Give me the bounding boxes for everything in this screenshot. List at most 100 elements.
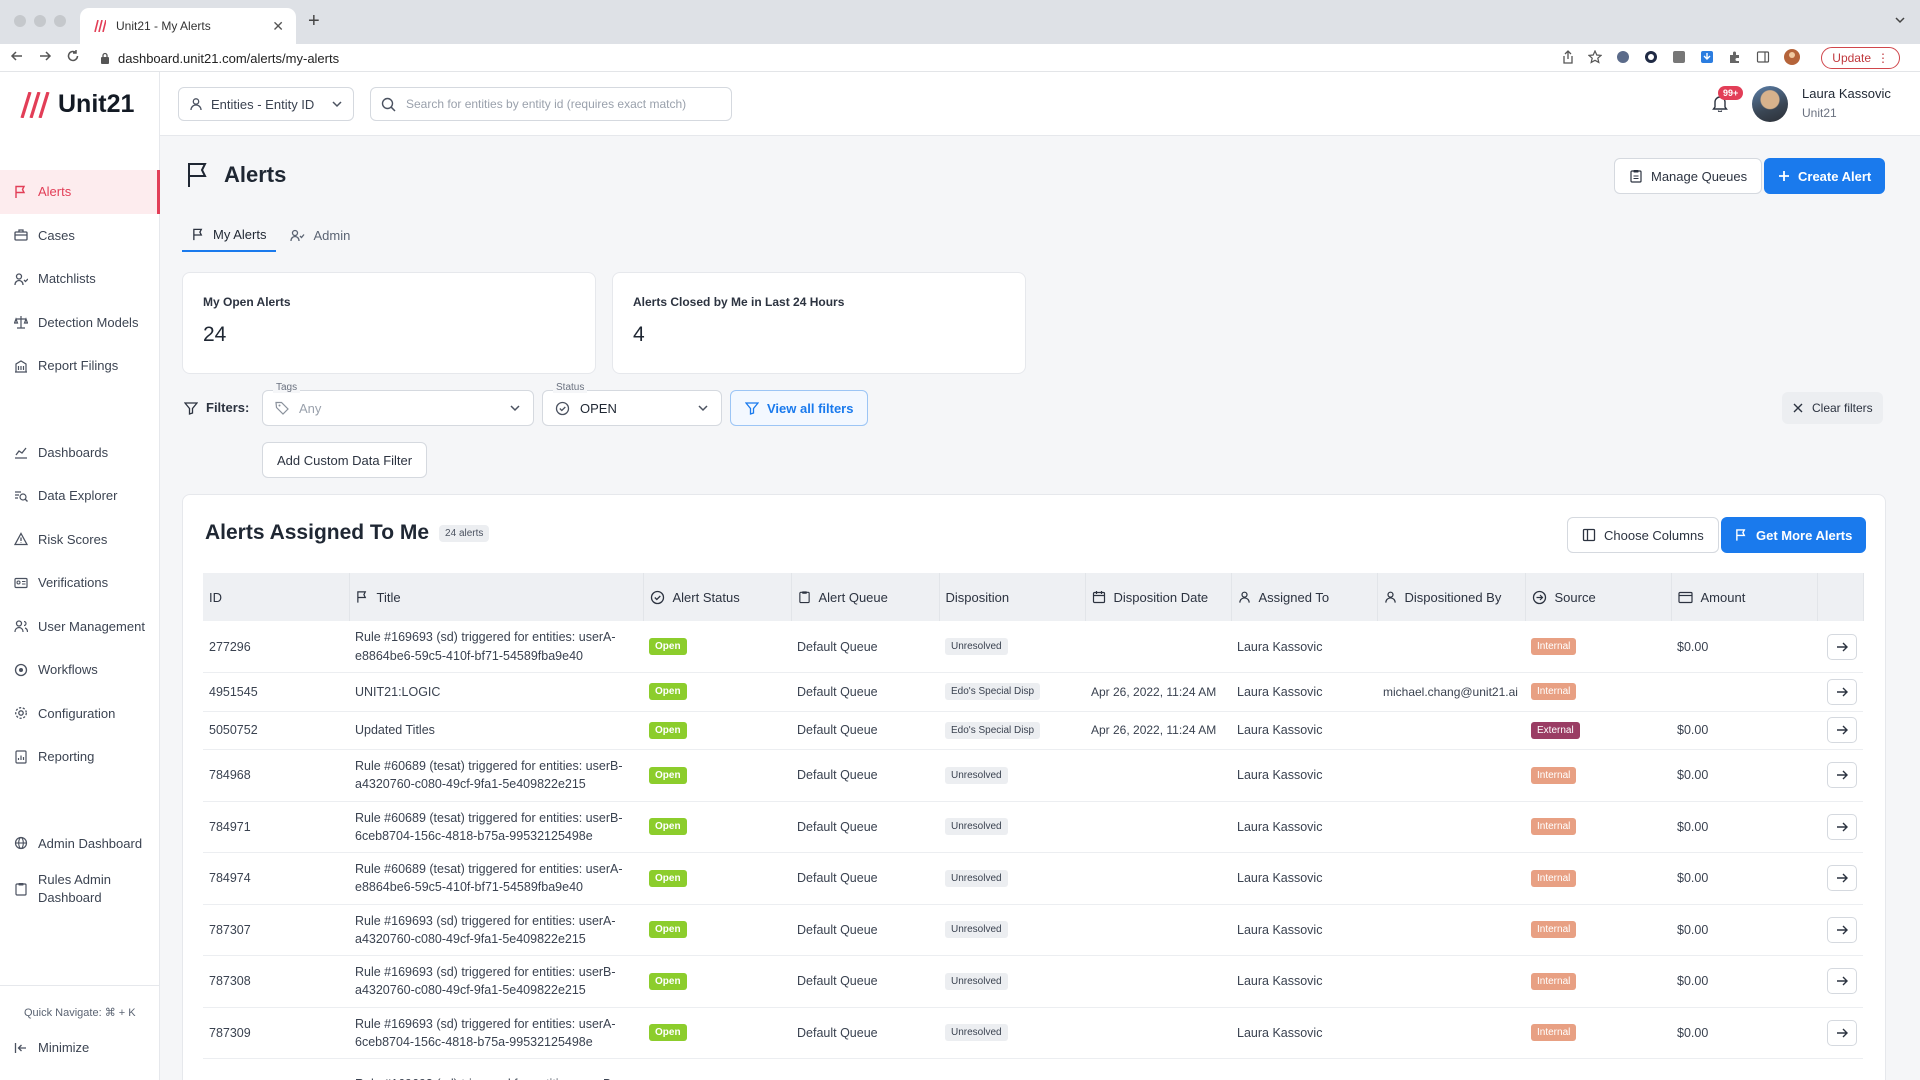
open-alert-button[interactable] — [1827, 762, 1857, 789]
create-alert-button[interactable]: Create Alert — [1764, 158, 1886, 194]
extension-icon[interactable] — [1616, 50, 1630, 64]
assigned-to-cell: Laura Kassovic — [1231, 852, 1377, 905]
user-name[interactable]: Laura Kassovic — [1802, 86, 1891, 101]
sidebar-item-detection-models[interactable]: Detection Models — [0, 301, 160, 345]
tags-filter-select[interactable]: Tags Any — [262, 382, 534, 426]
admin-user-icon — [290, 229, 305, 241]
avatar[interactable] — [1752, 86, 1788, 122]
table-row[interactable]: 277296 Rule #169693 (sd) triggered for en… — [203, 621, 1863, 673]
reload-icon[interactable] — [66, 49, 80, 63]
alert-id: 787308 — [209, 974, 251, 989]
sidebar-item-data-explorer[interactable]: Data Explorer — [0, 474, 160, 518]
tab-my-alerts[interactable]: My Alerts — [182, 218, 277, 252]
table-row[interactable]: Rule #169693 (sd) triggered for entities… — [203, 1058, 1863, 1080]
row-action-cell — [1817, 955, 1863, 1008]
sidebar-item-matchlists[interactable]: Matchlists — [0, 257, 160, 301]
table-row[interactable]: 4951545 UNIT21:LOGIC Open Default Queue Edo'… — [203, 672, 1863, 712]
sidebar-item-rules-admin-dashboard[interactable]: Rules Admin Dashboard — [0, 865, 160, 913]
sidebar-item-dashboards[interactable]: Dashboards — [0, 431, 160, 475]
status-filter-select[interactable]: Status OPEN — [542, 382, 722, 426]
table-row[interactable]: 784974 Rule #60689 (tesat) triggered for … — [203, 852, 1863, 905]
alert-disposition-cell: Unresolved — [939, 955, 1085, 1008]
tab-search-chevron-icon[interactable] — [1894, 14, 1906, 26]
view-all-filters-button[interactable]: View all filters — [730, 390, 869, 426]
add-custom-data-filter-button[interactable]: Add Custom Data Filter — [262, 442, 428, 478]
column-header-disposition-date[interactable]: Disposition Date — [1085, 573, 1232, 621]
open-alert-button[interactable] — [1827, 865, 1857, 892]
sidebar-item-reporting[interactable]: Reporting — [0, 735, 160, 779]
alert-amount: $0.00 — [1677, 819, 1709, 834]
assigned-to: Laura Kassovic — [1237, 871, 1323, 886]
sidebar-item-risk-scores[interactable]: Risk Scores — [0, 518, 160, 562]
browser-tab[interactable]: Unit21 - My Alerts ✕ — [80, 8, 296, 44]
manage-queues-label: Manage Queues — [1651, 168, 1748, 184]
sidebar-item-label: Risk Scores — [38, 531, 108, 547]
star-icon[interactable] — [1588, 50, 1602, 64]
alert-title-cell: Rule #169693 (sd) triggered for entities… — [349, 1058, 643, 1080]
column-header-dispositioned-by[interactable]: Dispositioned By — [1377, 573, 1526, 621]
alert-disposition: Unresolved — [945, 638, 1008, 655]
manage-queues-button[interactable]: Manage Queues — [1614, 158, 1763, 194]
column-header-source[interactable]: Source — [1525, 573, 1672, 621]
open-alert-button[interactable] — [1827, 717, 1857, 744]
alert-status: Open — [649, 683, 687, 701]
open-alert-button[interactable] — [1827, 968, 1857, 995]
sidebar-item-cases[interactable]: Cases — [0, 214, 160, 258]
alert-id-cell: 784968 — [203, 749, 349, 802]
assigned-to-cell: Laura Kassovic — [1231, 672, 1377, 712]
profile-icon[interactable] — [1784, 49, 1800, 65]
forward-icon[interactable] — [38, 49, 52, 63]
unit21-logo[interactable]: Unit21 — [20, 90, 134, 119]
open-alert-button[interactable] — [1827, 1019, 1857, 1046]
sidebar-item-report-filings[interactable]: Report Filings — [0, 344, 160, 388]
table-row[interactable]: 787308 Rule #169693 (sd) triggered for en… — [203, 955, 1863, 1008]
column-header-alert-status[interactable]: Alert Status — [643, 573, 792, 621]
open-alert-button[interactable] — [1827, 633, 1857, 660]
sidepanel-icon[interactable] — [1756, 50, 1770, 64]
column-header-title[interactable]: Title — [349, 573, 644, 621]
sidebar-item-workflows[interactable]: Workflows — [0, 648, 160, 692]
entity-search-input[interactable] — [406, 97, 716, 111]
user-org: Unit21 — [1802, 106, 1837, 120]
tab-admin[interactable]: Admin — [280, 218, 360, 252]
get-more-alerts-button[interactable]: Get More Alerts — [1721, 517, 1867, 553]
sidebar-item-alerts[interactable]: Alerts — [0, 170, 160, 214]
table-row[interactable]: 784971 Rule #60689 (tesat) triggered for … — [203, 801, 1863, 853]
url-field[interactable]: dashboard.unit21.com/alerts/my-alerts — [100, 47, 1560, 69]
chart-icon — [15, 447, 27, 459]
column-header-amount[interactable]: Amount — [1671, 573, 1818, 621]
table-row[interactable]: 5050752 Updated Titles Open Default Queue Ed… — [203, 711, 1863, 750]
browser-update-button[interactable]: Update ⋮ — [1821, 47, 1900, 69]
column-header-id[interactable]: ID — [203, 573, 350, 621]
sidebar-item-configuration[interactable]: Configuration — [0, 692, 160, 736]
open-alert-button[interactable] — [1827, 813, 1857, 840]
download-icon[interactable] — [1700, 50, 1714, 64]
back-icon[interactable] — [10, 49, 24, 63]
sidebar-item-verifications[interactable]: Verifications — [0, 561, 160, 605]
column-header-disposition[interactable]: Disposition — [939, 573, 1086, 621]
table-row[interactable]: 784968 Rule #60689 (tesat) triggered for … — [203, 749, 1863, 802]
sidebar-item-admin-dashboard[interactable]: Admin Dashboard — [0, 822, 160, 866]
open-alert-button[interactable] — [1827, 916, 1857, 943]
window-controls[interactable] — [14, 15, 66, 27]
alert-queue: Default Queue — [797, 871, 878, 886]
entity-search[interactable] — [370, 87, 732, 121]
table-row[interactable]: 787309 Rule #169693 (sd) triggered for en… — [203, 1007, 1863, 1059]
extension-icon[interactable] — [1672, 50, 1686, 64]
column-header-assigned-to[interactable]: Assigned To — [1231, 573, 1378, 621]
choose-columns-button[interactable]: Choose Columns — [1567, 517, 1719, 553]
minimize-sidebar-button[interactable]: Minimize — [14, 1040, 89, 1055]
column-header-alert-queue[interactable]: Alert Queue — [791, 573, 940, 621]
clear-filters-button[interactable]: Clear filters — [1782, 392, 1883, 424]
table-row[interactable]: 787307 Rule #169693 (sd) triggered for en… — [203, 904, 1863, 956]
sidebar-item-user-management[interactable]: User Management — [0, 605, 160, 649]
alert-status-cell: Open — [643, 904, 791, 956]
entity-type-select[interactable]: Entities - Entity ID — [178, 87, 354, 121]
open-alert-button[interactable] — [1827, 678, 1857, 705]
extension-icon[interactable] — [1644, 50, 1658, 64]
close-tab-icon[interactable]: ✕ — [272, 18, 284, 35]
puzzle-icon[interactable] — [1728, 50, 1742, 64]
alert-amount-cell: $0.00 — [1671, 621, 1817, 673]
share-icon[interactable] — [1562, 50, 1574, 64]
new-tab-button[interactable]: + — [308, 10, 320, 33]
